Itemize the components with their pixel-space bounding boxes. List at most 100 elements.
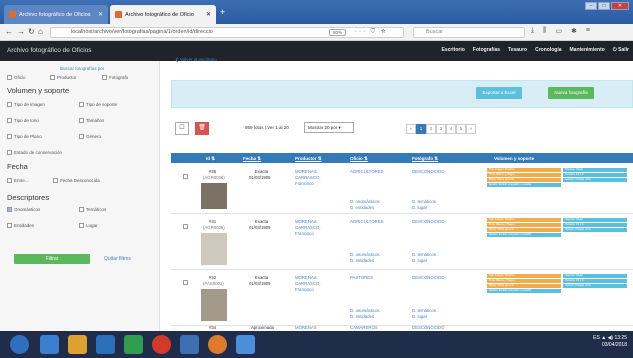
opera-icon[interactable] — [152, 335, 171, 354]
filter-tipo-soporte[interactable]: Tipo de soporte — [79, 102, 117, 107]
minimize-icon[interactable]: – — [585, 2, 597, 10]
filter-entre[interactable]: Entre... — [7, 178, 29, 183]
filter-oficio[interactable]: Oficio — [7, 75, 26, 80]
col-oficio[interactable]: Oficio ⇅ — [350, 156, 368, 162]
page-5[interactable]: 5 — [456, 124, 466, 134]
home-icon[interactable]: ⌂ — [38, 27, 43, 36]
page-prev[interactable]: « — [406, 124, 416, 134]
delete-button[interactable]: 🗑 — [195, 122, 209, 135]
filter-fotografo[interactable]: Fotógrafo — [102, 75, 128, 80]
photos-icon[interactable] — [236, 335, 255, 354]
checkbox[interactable] — [79, 118, 84, 123]
photo-thumbnail[interactable] — [201, 233, 227, 265]
row-checkbox[interactable] — [183, 174, 188, 179]
browser-search-input[interactable]: Buscar — [413, 27, 525, 38]
table-row[interactable]: #36 (AGR0036) Exacta 01/03/1905 MORENAS … — [171, 164, 633, 214]
hamburger-menu-icon[interactable]: ≡ — [586, 27, 590, 35]
menu-item-salir[interactable]: ⏻ Salir — [613, 47, 629, 53]
filter-button[interactable]: Filtrar — [14, 254, 90, 264]
filter-tematicos[interactable]: Temáticos — [79, 207, 106, 212]
start-button-icon[interactable] — [10, 335, 29, 354]
row-productor[interactable]: MORENAS CARRASCO, Francisco — [295, 169, 339, 187]
filter-entidades[interactable]: Entidades — [7, 223, 34, 228]
forward-arrow-icon[interactable]: → — [17, 27, 25, 36]
checkbox[interactable] — [7, 134, 12, 139]
checkbox[interactable] — [50, 75, 55, 80]
clear-filters-link[interactable]: Quitar filtros — [104, 256, 131, 262]
filter-lugar[interactable]: Lugar — [79, 223, 98, 228]
row-checkbox[interactable] — [183, 224, 188, 229]
back-arrow-icon[interactable]: ← — [5, 27, 13, 36]
page-actions-icon[interactable]: ··· ⛉ ☆ — [355, 28, 388, 37]
ie-icon[interactable] — [40, 335, 59, 354]
checkbox[interactable] — [7, 102, 12, 107]
row-productor[interactable]: MORENAS CARRASCO, Francisco — [295, 219, 339, 237]
zoom-badge[interactable]: 80% — [329, 29, 347, 36]
row-fotografo[interactable]: DESCONOCIDO — [412, 219, 444, 225]
checkbox[interactable] — [79, 207, 84, 212]
select-all-button[interactable]: ☐ — [175, 122, 189, 135]
checkbox[interactable] — [102, 75, 107, 80]
per-page-select[interactable]: Mostrar 20 por ▾ — [304, 122, 354, 133]
url-bar[interactable]: localhost/archivo/ver/fotografias/pagina… — [50, 27, 404, 38]
col-id[interactable]: Id ⇅ — [206, 156, 215, 162]
row-d-entidades[interactable]: D. entidades — [350, 314, 374, 320]
reload-icon[interactable]: ↻ — [28, 27, 35, 36]
row-fotografo[interactable]: DESCONOCIDO — [412, 275, 444, 281]
row-oficio[interactable]: AGRICULTORES — [350, 219, 384, 225]
row-d-entidades[interactable]: D. entidades — [350, 205, 374, 211]
network-icon[interactable]: ▲ — [601, 335, 606, 341]
photo-thumbnail[interactable] — [201, 183, 227, 209]
close-tab-icon[interactable]: ✕ — [98, 11, 103, 18]
checkbox[interactable] — [7, 150, 12, 155]
back-to-desk-link[interactable]: ❮ Volver al escritorio — [175, 57, 217, 63]
new-photo-button[interactable]: Nueva fotografía — [548, 87, 594, 99]
checkbox-checked[interactable] — [7, 207, 12, 212]
table-row[interactable]: #31 (AGR0035) Exacta 01/03/1905 MORENAS … — [171, 214, 633, 270]
filter-tipo-imagen[interactable]: Tipo de imagen — [7, 102, 45, 107]
menu-item-mantenimiento[interactable]: Mantenimiento — [570, 47, 605, 53]
new-tab-button[interactable]: + — [220, 7, 225, 17]
col-fecha[interactable]: Fecha ⇅ — [243, 156, 261, 162]
clock-time[interactable]: 13:25 — [614, 335, 627, 341]
filter-tipo-plano[interactable]: Tipo de Plano — [7, 134, 42, 139]
page-next[interactable]: » — [466, 124, 476, 134]
firefox-icon[interactable] — [208, 335, 227, 354]
row-d-entidades[interactable]: D. entidades — [350, 258, 374, 264]
close-window-icon[interactable]: ✕ — [611, 2, 629, 10]
row-oficio[interactable]: AGRICULTORES — [350, 169, 384, 175]
filter-fecha-desconocida[interactable]: Fecha Desconocida — [53, 178, 100, 183]
page-1[interactable]: 1 — [416, 124, 426, 134]
filter-productor[interactable]: Productor — [50, 75, 77, 80]
volume-icon[interactable]: ◀) — [608, 335, 614, 341]
row-d-lugar[interactable]: D. lugar — [412, 205, 427, 211]
menu-item-escritorio[interactable]: Escritorio — [441, 47, 464, 53]
browser-tab-2[interactable]: Archivo fotográfico de Oficio ✕ — [110, 5, 216, 24]
col-productor[interactable]: Productor ⇅ — [295, 156, 322, 162]
checkbox[interactable] — [7, 223, 12, 228]
photo-thumbnail[interactable] — [201, 289, 227, 321]
checkbox[interactable] — [79, 102, 84, 107]
row-fotografo[interactable]: DESCONOCIDO — [412, 169, 444, 175]
excel-icon[interactable] — [124, 335, 143, 354]
checkbox[interactable] — [53, 178, 58, 183]
folder-icon[interactable] — [68, 335, 87, 354]
menu-item-tesauro[interactable]: Tesauro — [508, 47, 527, 53]
browser-tab-1[interactable]: Archivo fotográfico de Oficios ✕ — [4, 5, 108, 24]
row-productor[interactable]: MORENAS CARRASCO, Francisco — [295, 275, 339, 293]
checkbox[interactable] — [79, 134, 84, 139]
library-icon[interactable]: ⫼ — [543, 27, 546, 35]
col-fotografo[interactable]: Fotógrafo ⇅ — [412, 156, 438, 162]
sidebar-icon[interactable]: ▭ — [555, 27, 562, 35]
filter-estado[interactable]: Estado de conservación — [7, 150, 62, 155]
menu-item-fotografias[interactable]: Fotografías — [473, 47, 500, 53]
extension-icon[interactable]: ✱ — [571, 27, 577, 35]
checkbox[interactable] — [7, 118, 12, 123]
app-icon[interactable] — [180, 335, 199, 354]
row-checkbox[interactable] — [183, 280, 188, 285]
filter-tamanos[interactable]: Tamaños — [79, 118, 104, 123]
checkbox[interactable] — [7, 178, 12, 183]
word-icon[interactable] — [96, 335, 115, 354]
download-icon[interactable]: ⤓ — [531, 27, 534, 35]
export-excel-button[interactable]: Exportar a Excel — [476, 87, 522, 99]
